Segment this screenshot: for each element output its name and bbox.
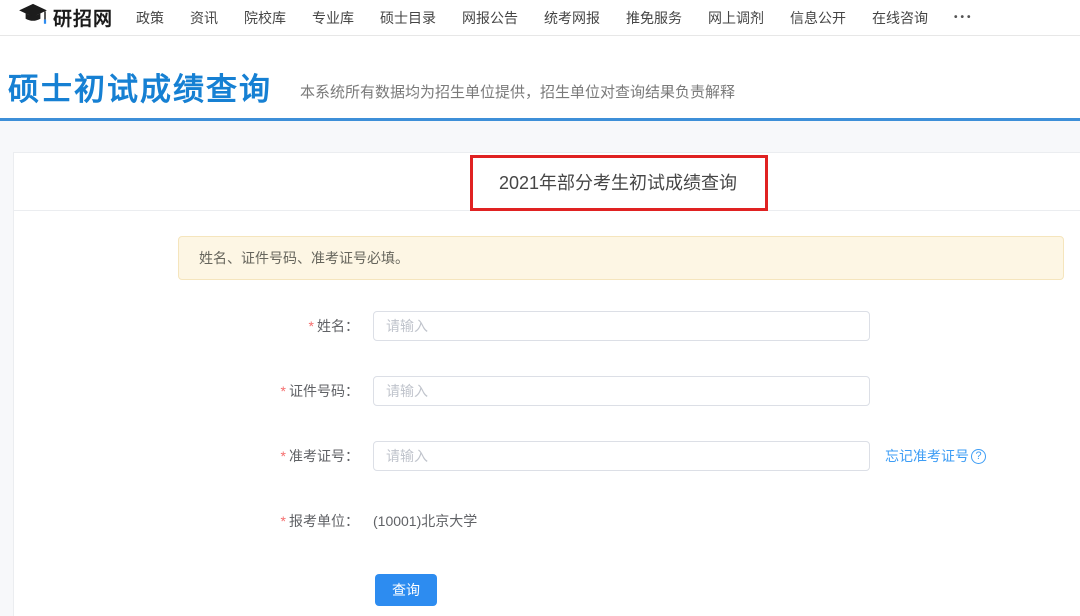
nav-item-online-report-notice[interactable]: 网报公告 bbox=[462, 8, 518, 28]
nav-item-news[interactable]: 资讯 bbox=[190, 8, 218, 28]
form-row-ticket-number: *准考证号： 忘记准考证号 ? bbox=[14, 441, 1080, 471]
brand-name: 研招网 bbox=[53, 4, 113, 31]
nav-item-exemption-service[interactable]: 推免服务 bbox=[626, 8, 682, 28]
required-mark: * bbox=[281, 383, 286, 399]
nav-item-info-disclosure[interactable]: 信息公开 bbox=[790, 8, 846, 28]
forgot-ticket-label: 忘记准考证号 bbox=[885, 446, 969, 466]
query-card: 2021年部分考生初试成绩查询 姓名、证件号码、准考证号必填。 *姓名： *证件… bbox=[13, 152, 1080, 616]
unit-value: (10001)北京大学 bbox=[373, 511, 477, 531]
card-header: 2021年部分考生初试成绩查询 bbox=[14, 153, 1080, 211]
required-mark: * bbox=[281, 513, 286, 529]
nav-menu: 政策 资讯 院校库 专业库 硕士目录 网报公告 统考网报 推免服务 网上调剂 信… bbox=[136, 8, 974, 28]
required-fields-notice: 姓名、证件号码、准考证号必填。 bbox=[178, 236, 1064, 280]
page-subtitle: 本系统所有数据均为招生单位提供，招生单位对查询结果负责解释 bbox=[300, 81, 735, 102]
page-header: 硕士初试成绩查询 本系统所有数据均为招生单位提供，招生单位对查询结果负责解释 bbox=[0, 36, 1080, 118]
name-label: *姓名： bbox=[14, 316, 359, 336]
form-row-id-number: *证件号码： bbox=[14, 376, 1080, 406]
name-input[interactable] bbox=[373, 311, 870, 341]
question-mark-icon: ? bbox=[971, 449, 986, 464]
ticket-number-input[interactable] bbox=[373, 441, 870, 471]
card-title: 2021年部分考生初试成绩查询 bbox=[499, 169, 737, 195]
submit-row: 查询 bbox=[14, 574, 1080, 606]
top-nav: 研招网 政策 资讯 院校库 专业库 硕士目录 网报公告 统考网报 推免服务 网上… bbox=[0, 0, 1080, 36]
nav-item-unified-exam-report[interactable]: 统考网报 bbox=[544, 8, 600, 28]
id-number-input[interactable] bbox=[373, 376, 870, 406]
query-form: 姓名、证件号码、准考证号必填。 *姓名： *证件号码： *准考证号： 忘记 bbox=[14, 211, 1080, 606]
graduation-cap-icon bbox=[18, 3, 48, 32]
more-menu-icon[interactable]: ••• bbox=[954, 12, 974, 23]
required-mark: * bbox=[309, 318, 314, 334]
unit-label: *报考单位： bbox=[14, 511, 359, 531]
nav-item-online-consult[interactable]: 在线咨询 bbox=[872, 8, 928, 28]
nav-item-master-catalog[interactable]: 硕士目录 bbox=[380, 8, 436, 28]
nav-item-major-library[interactable]: 专业库 bbox=[312, 8, 354, 28]
content-area: 2021年部分考生初试成绩查询 姓名、证件号码、准考证号必填。 *姓名： *证件… bbox=[0, 121, 1080, 616]
brand-logo[interactable]: 研招网 bbox=[18, 3, 122, 32]
query-button[interactable]: 查询 bbox=[375, 574, 437, 606]
nav-item-college-library[interactable]: 院校库 bbox=[244, 8, 286, 28]
nav-item-online-adjustment[interactable]: 网上调剂 bbox=[708, 8, 764, 28]
ticket-number-label: *准考证号： bbox=[14, 446, 359, 466]
form-row-name: *姓名： bbox=[14, 311, 1080, 341]
page-title: 硕士初试成绩查询 bbox=[8, 64, 272, 109]
forgot-ticket-link[interactable]: 忘记准考证号 ? bbox=[885, 446, 986, 466]
form-row-unit: *报考单位： (10001)北京大学 bbox=[14, 506, 1080, 536]
id-number-label: *证件号码： bbox=[14, 381, 359, 401]
required-mark: * bbox=[281, 448, 286, 464]
nav-item-policy[interactable]: 政策 bbox=[136, 8, 164, 28]
